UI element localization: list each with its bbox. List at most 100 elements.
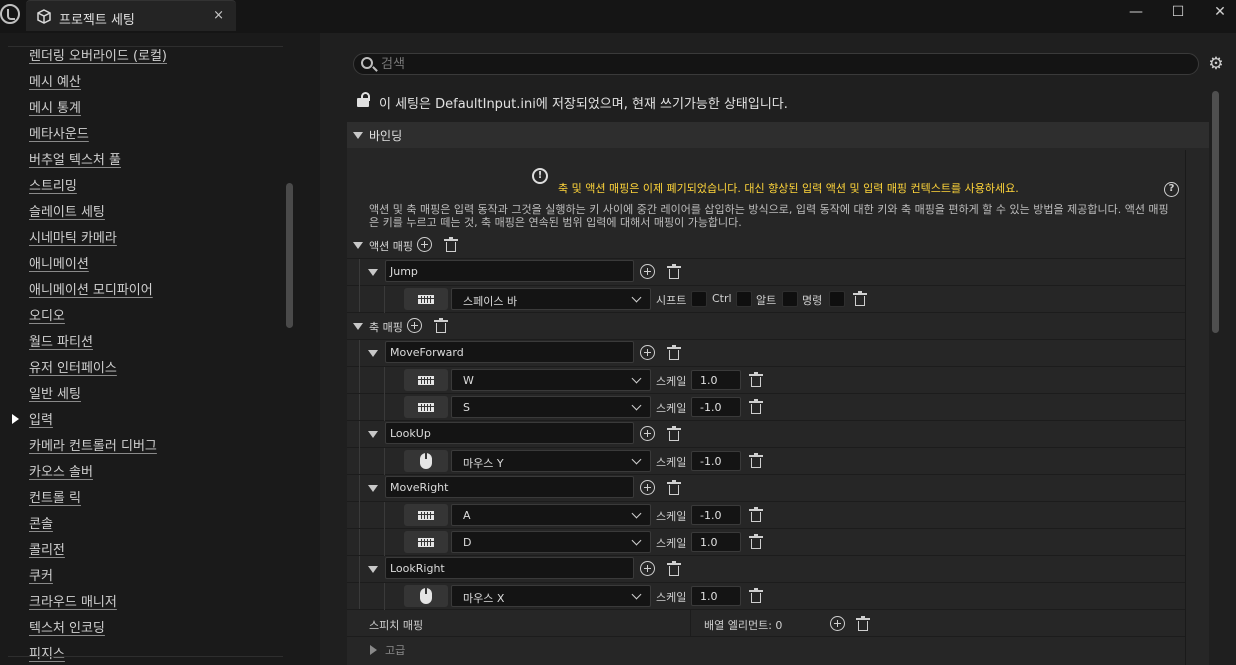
mouse-key-selector-button[interactable] — [404, 585, 448, 607]
add-icon[interactable] — [407, 318, 422, 333]
unlock-icon[interactable] — [357, 92, 371, 107]
scale-input[interactable]: -1.0 — [691, 397, 741, 417]
trash-icon[interactable] — [853, 291, 867, 307]
nav-item[interactable]: 시네마틱 카메라 — [29, 227, 117, 247]
add-icon[interactable] — [640, 480, 655, 495]
collapse-arrow-icon[interactable] — [368, 431, 378, 438]
expand-arrow-icon[interactable] — [370, 645, 377, 655]
nav-item[interactable]: 카오스 솔버 — [29, 461, 93, 481]
axis-name-input[interactable]: MoveRight — [385, 476, 634, 498]
add-icon[interactable] — [640, 264, 655, 279]
key-select-value: 마우스 Y — [463, 457, 504, 470]
close-window-button[interactable]: ✕ — [1210, 2, 1230, 22]
nav-item[interactable]: 메시 예산 — [29, 71, 81, 91]
axis-name-input[interactable]: LookRight — [385, 557, 634, 579]
axis-name-input[interactable]: LookUp — [385, 422, 634, 444]
collapse-arrow-icon[interactable] — [353, 323, 363, 330]
nav-item[interactable]: 메타사운드 — [29, 123, 89, 143]
action-name-input[interactable]: Jump — [385, 260, 634, 282]
nav-item[interactable]: 쿠커 — [29, 565, 53, 585]
add-icon[interactable] — [640, 345, 655, 360]
trash-icon[interactable] — [749, 534, 763, 550]
keyboard-key-selector-button[interactable] — [404, 504, 448, 526]
trash-icon[interactable] — [749, 588, 763, 604]
nav-item[interactable]: 애니메이션 모디파이어 — [29, 279, 153, 299]
trash-icon[interactable] — [667, 345, 681, 361]
collapse-arrow-icon[interactable] — [353, 242, 363, 249]
key-select[interactable]: 스페이스 바 — [451, 288, 651, 310]
nav-scrollbar[interactable] — [286, 183, 293, 328]
keyboard-key-selector-button[interactable] — [404, 531, 448, 553]
nav-item[interactable]: 스트리밍 — [29, 175, 77, 195]
maximize-button[interactable]: ☐ — [1168, 2, 1188, 22]
nav-item[interactable]: 크라우드 매니저 — [29, 591, 117, 611]
modifier-checkbox[interactable] — [691, 291, 707, 307]
search-input[interactable] — [381, 55, 1181, 73]
collapse-arrow-icon[interactable] — [368, 350, 378, 357]
scale-input[interactable]: -1.0 — [691, 505, 741, 525]
gear-icon[interactable]: ⚙ — [1207, 55, 1225, 73]
trash-icon[interactable] — [749, 399, 763, 415]
key-select[interactable]: 마우스 X — [451, 585, 651, 607]
key-select[interactable]: A — [451, 504, 651, 526]
details-scrollbar[interactable] — [1212, 91, 1219, 333]
add-icon[interactable] — [640, 561, 655, 576]
unreal-logo-icon[interactable] — [0, 4, 20, 24]
help-icon[interactable]: ? — [1164, 182, 1179, 197]
nav-item[interactable]: 컨트롤 릭 — [29, 487, 81, 507]
nav-item[interactable]: 월드 파티션 — [29, 331, 93, 351]
modifier-checkbox[interactable] — [782, 291, 798, 307]
scale-input[interactable]: -1.0 — [691, 451, 741, 471]
collapse-arrow-icon[interactable] — [368, 566, 378, 573]
add-icon[interactable] — [417, 237, 432, 252]
key-select[interactable]: 마우스 Y — [451, 450, 651, 472]
speech-mappings-label: 스피치 매핑 — [369, 619, 424, 632]
keyboard-key-selector-button[interactable] — [404, 396, 448, 418]
nav-item[interactable]: 텍스처 인코딩 — [29, 617, 105, 637]
nav-item[interactable]: 메시 통계 — [29, 97, 81, 117]
nav-item[interactable]: 오디오 — [29, 305, 65, 325]
trash-icon[interactable] — [444, 237, 458, 253]
trash-icon[interactable] — [667, 480, 681, 496]
search-box[interactable] — [353, 53, 1199, 75]
nav-item[interactable]: 버추얼 텍스처 풀 — [29, 149, 121, 169]
key-select[interactable]: D — [451, 531, 651, 553]
nav-item[interactable]: 슬레이트 세팅 — [29, 201, 105, 221]
trash-icon[interactable] — [749, 453, 763, 469]
mouse-key-selector-button[interactable] — [404, 450, 448, 472]
trash-icon[interactable] — [667, 426, 681, 442]
section-header-bindings[interactable]: 바인딩 — [347, 122, 1209, 148]
collapse-arrow-icon[interactable] — [368, 485, 378, 492]
key-select[interactable]: W — [451, 369, 651, 391]
key-select[interactable]: S — [451, 396, 651, 418]
nav-item[interactable]: 입력 — [29, 409, 53, 429]
nav-item[interactable]: 일반 세팅 — [29, 383, 81, 403]
nav-item[interactable]: 애니메이션 — [29, 253, 89, 273]
nav-item[interactable]: 피지스 — [29, 643, 65, 663]
trash-icon[interactable] — [856, 616, 870, 632]
nav-item[interactable]: 렌더링 오버라이드 (로컬) — [29, 45, 167, 65]
add-icon[interactable] — [640, 426, 655, 441]
modifier-checkbox[interactable] — [829, 291, 845, 307]
modifier-checkbox[interactable] — [736, 291, 752, 307]
nav-item[interactable]: 유저 인터페이스 — [29, 357, 117, 377]
trash-icon[interactable] — [434, 318, 448, 334]
minimize-button[interactable]: — — [1126, 2, 1146, 22]
add-icon[interactable] — [830, 616, 845, 631]
nav-item[interactable]: 콘솔 — [29, 513, 53, 533]
nav-item[interactable]: 카메라 컨트롤러 디버그 — [29, 435, 157, 455]
keyboard-key-selector-button[interactable] — [404, 288, 448, 310]
trash-icon[interactable] — [749, 507, 763, 523]
scale-input[interactable]: 1.0 — [691, 586, 741, 606]
axis-name-input[interactable]: MoveForward — [385, 341, 634, 363]
tab-project-settings[interactable]: 프로젝트 세팅 × — [26, 0, 236, 31]
tab-close-icon[interactable]: × — [213, 8, 224, 23]
nav-item[interactable]: 콜리전 — [29, 539, 65, 559]
collapse-arrow-icon[interactable] — [368, 269, 378, 276]
trash-icon[interactable] — [667, 561, 681, 577]
keyboard-key-selector-button[interactable] — [404, 369, 448, 391]
scale-input[interactable]: 1.0 — [691, 532, 741, 552]
scale-input[interactable]: 1.0 — [691, 370, 741, 390]
trash-icon[interactable] — [749, 372, 763, 388]
trash-icon[interactable] — [667, 264, 681, 280]
